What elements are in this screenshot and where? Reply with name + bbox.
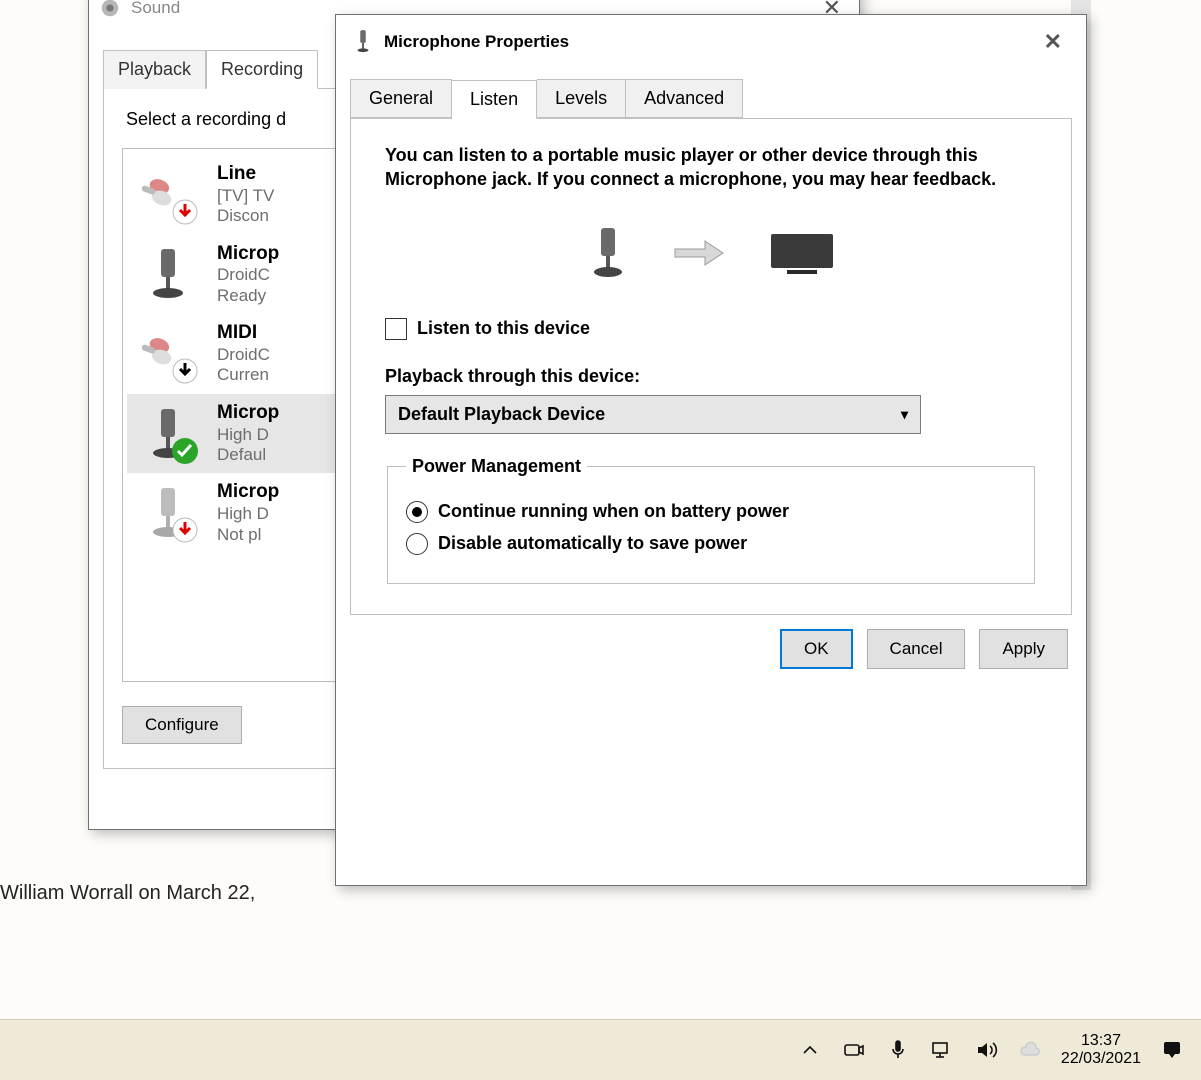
- tray-chevron-icon[interactable]: [797, 1037, 823, 1063]
- power-management-legend: Power Management: [406, 456, 587, 477]
- device-line2: DroidC: [217, 345, 270, 365]
- dialog-button-row: OK Cancel Apply: [336, 629, 1086, 687]
- cancel-button[interactable]: Cancel: [867, 629, 966, 669]
- prop-titlebar[interactable]: Microphone Properties ✕: [336, 15, 1086, 69]
- chevron-down-icon: ▾: [901, 406, 908, 423]
- tray-time: 13:37: [1061, 1032, 1141, 1050]
- tray-notifications-icon[interactable]: [1159, 1037, 1185, 1063]
- playback-device-value: Default Playback Device: [398, 404, 605, 425]
- tray-microphone-icon[interactable]: [885, 1037, 911, 1063]
- device-name: Microp: [217, 243, 279, 266]
- prop-body: You can listen to a portable music playe…: [350, 118, 1072, 615]
- tray-network-icon[interactable]: [929, 1037, 955, 1063]
- device-status: Ready: [217, 286, 279, 306]
- device-icon: [137, 243, 199, 305]
- configure-button[interactable]: Configure: [122, 706, 242, 744]
- device-name: MIDI: [217, 322, 270, 345]
- radio-disable-label: Disable automatically to save power: [438, 533, 747, 554]
- tray-cloud-icon[interactable]: [1017, 1037, 1043, 1063]
- apply-button[interactable]: Apply: [979, 629, 1068, 669]
- listen-checkbox-label: Listen to this device: [417, 318, 590, 339]
- playback-device-select[interactable]: Default Playback Device ▾: [385, 395, 921, 434]
- tab-listen[interactable]: Listen: [452, 80, 537, 119]
- monitor-icon: [767, 228, 837, 278]
- radio-continue-row[interactable]: Continue running when on battery power: [406, 501, 1016, 523]
- microphone-icon: [352, 27, 374, 57]
- device-name: Microp: [217, 481, 279, 504]
- device-icon: [137, 482, 199, 544]
- device-name: Line: [217, 163, 274, 186]
- radio-continue[interactable]: [406, 501, 428, 523]
- device-line2: DroidC: [217, 265, 279, 285]
- radio-disable-row[interactable]: Disable automatically to save power: [406, 533, 1016, 555]
- device-status: Defaul: [217, 445, 279, 465]
- article-byline: William Worrall on March 22,: [0, 882, 255, 905]
- tray-volume-icon[interactable]: [973, 1037, 999, 1063]
- device-line2: High D: [217, 425, 279, 445]
- microphone-properties-window: Microphone Properties ✕ General Listen L…: [335, 14, 1087, 886]
- device-icon: [137, 164, 199, 226]
- tray-clock[interactable]: 13:37 22/03/2021: [1061, 1032, 1141, 1069]
- listen-description: You can listen to a portable music playe…: [385, 143, 1037, 192]
- listen-diagram: [385, 224, 1037, 282]
- device-status: Curren: [217, 365, 270, 385]
- tab-playback[interactable]: Playback: [103, 50, 206, 89]
- device-line2: [TV] TV: [217, 186, 274, 206]
- device-status: Not pl: [217, 525, 279, 545]
- device-name: Microp: [217, 402, 279, 425]
- sound-title: Sound: [131, 0, 180, 18]
- taskbar[interactable]: 13:37 22/03/2021: [0, 1019, 1201, 1080]
- tab-recording[interactable]: Recording: [206, 50, 318, 89]
- prop-tabs: General Listen Levels Advanced: [350, 79, 1086, 118]
- device-icon: [137, 323, 199, 385]
- power-management-group: Power Management Continue running when o…: [387, 456, 1035, 584]
- tray-camera-icon[interactable]: [841, 1037, 867, 1063]
- prop-close-button[interactable]: ✕: [1036, 29, 1070, 55]
- device-status: Discon: [217, 206, 274, 226]
- listen-checkbox[interactable]: [385, 318, 407, 340]
- device-icon: [137, 403, 199, 465]
- tray-date: 22/03/2021: [1061, 1050, 1141, 1068]
- tab-general[interactable]: General: [350, 79, 452, 118]
- arrow-right-icon: [671, 235, 727, 271]
- listen-checkbox-row[interactable]: Listen to this device: [385, 318, 1037, 340]
- playback-device-label: Playback through this device:: [385, 366, 1037, 387]
- speaker-icon: [99, 0, 121, 19]
- tab-advanced[interactable]: Advanced: [626, 79, 743, 118]
- prop-title: Microphone Properties: [384, 32, 569, 52]
- mic-device-icon: [585, 224, 631, 282]
- device-line2: High D: [217, 504, 279, 524]
- radio-continue-label: Continue running when on battery power: [438, 501, 789, 522]
- tab-levels[interactable]: Levels: [537, 79, 626, 118]
- ok-button[interactable]: OK: [780, 629, 853, 669]
- radio-disable[interactable]: [406, 533, 428, 555]
